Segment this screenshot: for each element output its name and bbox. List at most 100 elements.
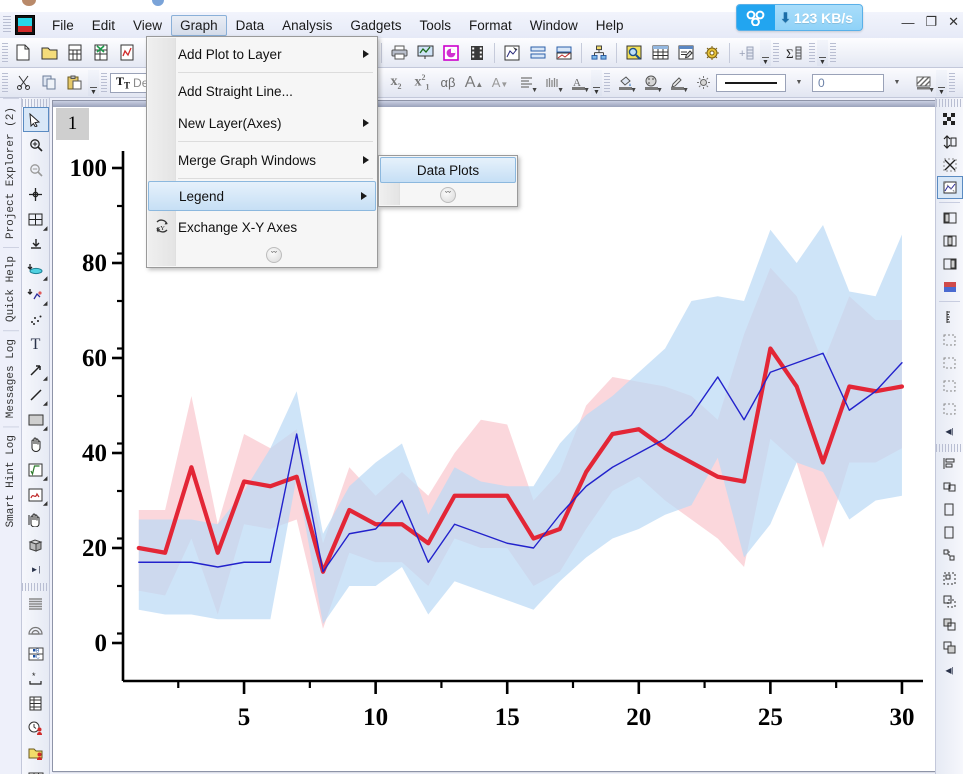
region-select-tool-icon[interactable]: ◢ (23, 207, 49, 232)
toolbar-grip-1[interactable] (2, 42, 8, 63)
minimize-button[interactable]: — (901, 15, 914, 30)
greek-symbol-icon[interactable]: αβ (436, 71, 460, 95)
label-bc-icon[interactable]: BC (23, 641, 49, 666)
menu-help[interactable]: Help (587, 15, 633, 36)
menubar-grip[interactable] (3, 16, 11, 34)
open-project-icon[interactable] (37, 41, 61, 65)
new-graph-icon[interactable] (115, 41, 139, 65)
line-tool-icon[interactable]: ◢ (23, 382, 49, 407)
paste-icon[interactable] (63, 71, 87, 95)
line-width-value[interactable]: 0 (812, 73, 884, 92)
frame-2-icon[interactable] (937, 351, 963, 374)
layer-management-icon[interactable] (500, 41, 524, 65)
menu-format[interactable]: Format (460, 15, 521, 36)
screen-reader-tool-icon[interactable] (23, 182, 49, 207)
bar-dropdown-arrow[interactable]: ▼ (557, 87, 564, 94)
arrange-1-icon[interactable] (937, 475, 963, 498)
equation-tool-corner[interactable]: ◢ (43, 475, 48, 482)
color-scale-icon[interactable] (937, 275, 963, 298)
magnify-tool-icon[interactable] (622, 41, 646, 65)
arrange-3-icon[interactable] (937, 521, 963, 544)
select-region-icon[interactable] (936, 176, 963, 199)
frame-4-icon[interactable] (937, 397, 963, 420)
print-icon[interactable] (387, 41, 411, 65)
pattern-fill-icon[interactable]: ▼ (911, 71, 935, 95)
align-icon[interactable]: ▼ (514, 71, 538, 95)
zoom-in-tool-icon[interactable] (23, 132, 49, 157)
tools-grip-mid[interactable] (22, 583, 49, 591)
align-left-icon[interactable] (937, 206, 963, 229)
presentation-icon[interactable] (413, 41, 437, 65)
checkerboard-icon[interactable] (937, 107, 963, 130)
distribute-icon[interactable] (937, 544, 963, 567)
clock-person-icon[interactable] (23, 716, 49, 741)
arrange-2-icon[interactable] (937, 498, 963, 521)
align-dropdown-arrow[interactable]: ▼ (531, 87, 538, 94)
table-grid-icon[interactable] (23, 691, 49, 716)
pie-chart-icon[interactable] (439, 41, 463, 65)
equation-tool-icon[interactable]: ◢ (23, 457, 49, 482)
standard-toolbar-overflow[interactable]: ▼ (760, 39, 771, 66)
right-collapse-top-icon[interactable]: ◀| (937, 420, 963, 443)
decrease-font-icon[interactable]: A▼ (488, 71, 512, 95)
dock-tab-smart-hint-log[interactable]: Smart Hint Log (2, 426, 19, 536)
text-tool-icon[interactable]: T (23, 332, 49, 357)
arrow-tool-corner[interactable]: ◢ (43, 375, 48, 382)
toolbar-grip-3[interactable] (809, 42, 815, 63)
frame-1-icon[interactable] (937, 328, 963, 351)
data-selector-corner[interactable]: ◢ (43, 275, 48, 282)
line-tool-corner[interactable]: ◢ (43, 400, 48, 407)
text-format-overflow[interactable]: ▼ (591, 69, 602, 96)
region-tool-corner[interactable]: ◢ (43, 225, 48, 232)
align-right-icon[interactable] (937, 252, 963, 275)
app-gallery-icon[interactable] (700, 41, 724, 65)
format-grip-4[interactable] (949, 72, 955, 93)
menu-window[interactable]: Window (521, 15, 587, 36)
style-toolbar-overflow[interactable]: ▼ (936, 69, 947, 96)
add-layer-icon[interactable]: + (735, 41, 759, 65)
asterisk-bracket-icon[interactable]: * (23, 666, 49, 691)
fill-dropdown-arrow[interactable]: ▼ (630, 87, 637, 94)
draw-data-tool-icon[interactable]: ◢ (23, 282, 49, 307)
menu-gadgets[interactable]: Gadgets (341, 15, 410, 36)
back-icon[interactable] (937, 636, 963, 659)
curve-tool-corner[interactable]: ◢ (43, 500, 48, 507)
arrow-tool-icon[interactable]: ◢ (23, 357, 49, 382)
axis-ruler-icon[interactable] (937, 305, 963, 328)
data-reader-tool-icon[interactable] (23, 232, 49, 257)
palette-icon[interactable]: ▼ (639, 71, 663, 95)
copy-icon[interactable] (37, 71, 61, 95)
line-color-dropdown-arrow[interactable]: ▼ (682, 87, 689, 94)
front-icon[interactable] (937, 613, 963, 636)
layer-number-badge[interactable]: 1 (56, 108, 89, 140)
line-width-dropdown[interactable]: ▼ (885, 71, 909, 95)
download-speed-widget[interactable]: ⬇ 123 KB/s (736, 4, 864, 31)
grid-icon[interactable] (23, 766, 49, 774)
pointer-tool-icon[interactable] (22, 107, 49, 132)
stack-lines-icon[interactable] (23, 591, 49, 616)
menu-data[interactable]: Data (227, 15, 274, 36)
cross-cut-icon[interactable] (937, 153, 963, 176)
menu-file[interactable]: File (43, 15, 83, 36)
menu-edit[interactable]: Edit (83, 15, 124, 36)
align-center-icon[interactable] (937, 229, 963, 252)
light-icon[interactable] (691, 71, 715, 95)
folder-person-icon[interactable] (23, 741, 49, 766)
menu-add-plot-to-layer[interactable]: Add Plot to Layer (147, 38, 377, 70)
format-grip-1[interactable] (2, 72, 8, 93)
submenu-data-plots[interactable]: Data Plots (380, 157, 516, 183)
shell-icon[interactable] (23, 616, 49, 641)
format-grip-3[interactable] (604, 72, 610, 93)
menu-tools[interactable]: Tools (410, 15, 460, 36)
zoom-out-tool-icon[interactable] (23, 157, 49, 182)
menu-merge-graph-windows[interactable]: Merge Graph Windows (147, 144, 377, 176)
cut-icon[interactable] (11, 71, 35, 95)
right-grip-top[interactable] (936, 99, 963, 107)
menu-analysis[interactable]: Analysis (273, 15, 341, 36)
line-style-dropdown[interactable]: ▼ (787, 71, 811, 95)
group-icon[interactable] (937, 567, 963, 590)
sigma-stats-icon[interactable]: Σ (782, 41, 806, 65)
menu-legend[interactable]: Legend (148, 181, 376, 211)
hand-tool-icon[interactable] (23, 432, 49, 457)
menu-exchange-xy-axes[interactable]: xY Exchange X-Y Axes (147, 211, 377, 243)
